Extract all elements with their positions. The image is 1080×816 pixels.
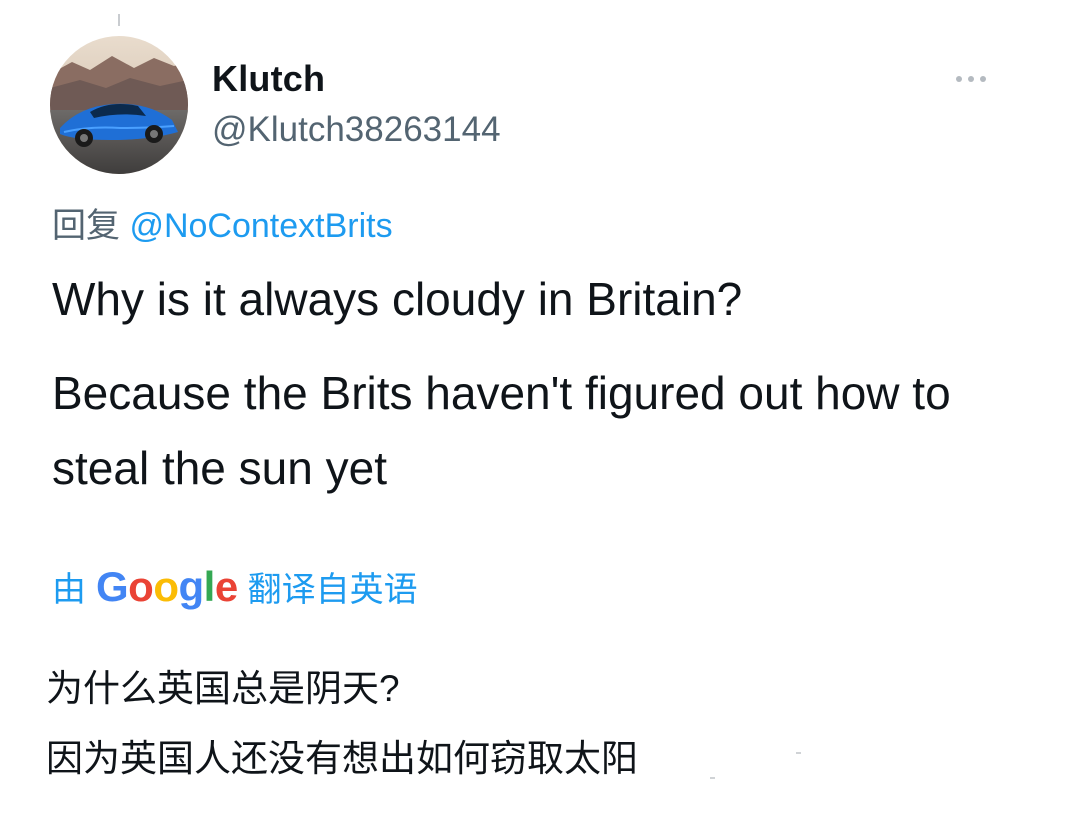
reply-prefix: 回复 [52,207,120,245]
translation-attribution[interactable]: 由 Google 翻译自英语 [52,562,418,611]
translated-text-line-2: 因为英国人还没有想出如何窃取太阳 [46,738,638,779]
thread-connector [118,14,120,26]
display-name[interactable]: Klutch [212,58,325,100]
avatar[interactable] [50,36,188,174]
translation-prefix: 由 [52,571,86,609]
tweet-card: Klutch @Klutch38263144 回复 @NoContextBrit… [0,0,1080,816]
reply-mention-link[interactable]: @NoContextBrits [129,207,392,245]
artifact-mark [710,777,715,779]
more-dot [956,76,962,82]
google-letter: o [128,563,154,610]
google-letter: o [153,563,179,610]
more-horizontal-icon[interactable] [956,72,996,86]
google-letter: l [203,563,216,610]
google-letter: e [214,563,238,610]
google-letter: G [96,563,129,610]
tweet-text-line-1: Why is it always cloudy in Britain? [52,273,743,325]
google-logo: Google [96,563,238,611]
more-dot [968,76,974,82]
translated-text-line-1: 为什么英国总是阴天? [46,668,400,709]
translation-suffix: 翻译自英语 [247,571,418,609]
avatar-image [50,36,188,174]
more-dot [980,76,986,82]
reply-context: 回复 @NoContextBrits [52,198,393,247]
tweet-text-line-2: Because the Brits haven't figured out ho… [52,367,951,494]
google-letter: g [178,563,204,610]
artifact-mark [796,752,801,754]
user-handle[interactable]: @Klutch38263144 [212,110,501,150]
